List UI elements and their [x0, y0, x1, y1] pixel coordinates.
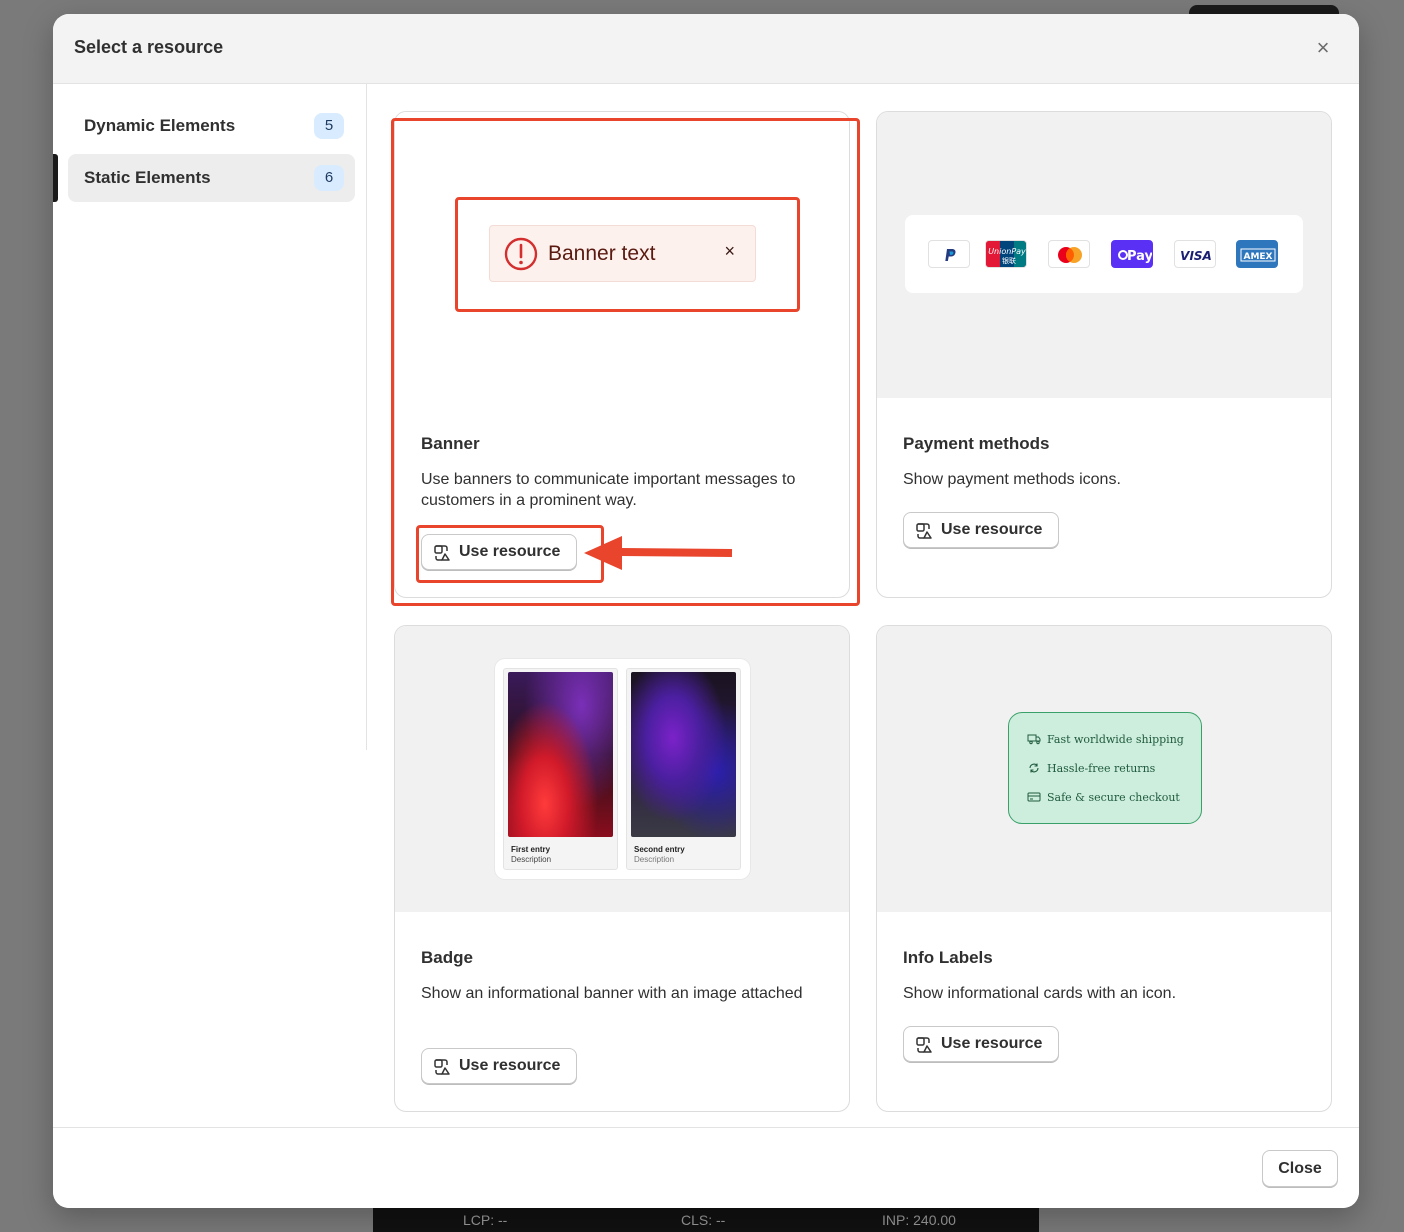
category-sidebar: Dynamic Elements 5 Static Elements 6 — [53, 84, 367, 750]
banner-preview: Banner text × — [395, 112, 849, 398]
entry-title: First entry — [511, 845, 551, 854]
badge-preview: First entry Description Second entry Des… — [395, 626, 849, 912]
image-icon — [916, 523, 932, 539]
button-label: Use resource — [459, 543, 561, 560]
payment-icons-strip: UnionPay 银联 Pay VISA AMEX — [905, 215, 1303, 293]
unionpay-cn-label: 银联 — [1002, 256, 1016, 265]
amex-icon: AMEX — [1236, 240, 1278, 268]
count-badge: 5 — [314, 113, 344, 139]
use-resource-button[interactable]: Use resource — [421, 1048, 577, 1084]
unionpay-label: UnionPay — [988, 247, 1026, 256]
card-description: Use banners to communicate important mes… — [421, 471, 796, 509]
shop-pay-label: Pay — [1127, 249, 1153, 264]
button-label: Use resource — [941, 1035, 1043, 1052]
card-title: Payment methods — [903, 434, 1050, 453]
resource-card-payment-methods: UnionPay 银联 Pay VISA AMEX Payment methods… — [876, 111, 1332, 598]
entry-description: Description — [511, 855, 552, 864]
badge-frame: First entry Description Second entry Des… — [495, 659, 750, 879]
use-resource-button[interactable]: Use resource — [421, 534, 577, 570]
sidebar-item-label: Dynamic Elements — [84, 116, 236, 135]
visa-label: VISA — [1180, 249, 1212, 263]
resource-card-banner: Banner text × Banner Use banners to comm… — [394, 111, 850, 598]
paypal-icon — [928, 240, 970, 268]
info-row-label: Fast worldwide shipping — [1047, 733, 1184, 746]
alert-circle-icon — [504, 237, 538, 271]
lcp-metric: LCP: -- — [463, 1212, 508, 1228]
button-label: Use resource — [941, 521, 1043, 538]
banner-text: Banner text — [548, 242, 656, 265]
entry-description: Description — [634, 855, 675, 864]
sidebar-item-label: Static Elements — [84, 168, 211, 187]
modal-footer: Close — [53, 1127, 1359, 1208]
info-row-shipping: Fast worldwide shipping — [1027, 733, 1184, 746]
refresh-icon — [1029, 763, 1039, 773]
payment-preview: UnionPay 银联 Pay VISA AMEX — [877, 112, 1331, 398]
banner-close-icon: × — [724, 241, 735, 261]
count-badge: 6 — [314, 165, 344, 191]
image-icon — [916, 1037, 932, 1053]
modal-title: Select a resource — [74, 37, 224, 57]
entry-image — [631, 672, 736, 837]
info-row-label: Safe & secure checkout — [1047, 791, 1180, 804]
card-title: Badge — [421, 948, 473, 967]
card-description: Show informational cards with an icon. — [903, 985, 1177, 1002]
info-row-checkout: Safe & secure checkout — [1027, 791, 1180, 804]
button-label: Use resource — [459, 1057, 561, 1074]
info-labels-card: Fast worldwide shipping Hassle-free retu… — [1008, 712, 1202, 824]
image-icon — [434, 545, 450, 561]
image-icon — [434, 1059, 450, 1075]
close-icon[interactable]: × — [1311, 36, 1335, 60]
card-description: Show payment methods icons. — [903, 471, 1121, 488]
use-resource-button[interactable]: Use resource — [903, 512, 1059, 548]
card-title: Banner — [421, 434, 480, 453]
banner-demo: Banner text × — [489, 225, 756, 282]
mastercard-icon — [1048, 240, 1090, 268]
close-button[interactable]: Close — [1262, 1150, 1338, 1187]
entry-card-second: Second entry Description — [626, 668, 741, 870]
cls-metric: CLS: -- — [681, 1212, 726, 1228]
info-labels-preview: Fast worldwide shipping Hassle-free retu… — [877, 626, 1331, 912]
unionpay-icon: UnionPay 银联 — [985, 240, 1027, 268]
select-resource-modal: Select a resource × Dynamic Elements 5 S… — [53, 14, 1359, 1208]
use-resource-button[interactable]: Use resource — [903, 1026, 1059, 1062]
sidebar-item-dynamic-elements[interactable]: Dynamic Elements 5 — [68, 102, 355, 150]
resource-card-badge: First entry Description Second entry Des… — [394, 625, 850, 1112]
shop-pay-icon: Pay — [1111, 240, 1153, 268]
resource-card-info-labels: Fast worldwide shipping Hassle-free retu… — [876, 625, 1332, 1112]
modal-header: Select a resource × — [53, 14, 1359, 84]
card-description: Show an informational banner with an ima… — [421, 985, 803, 1002]
entry-title: Second entry — [634, 845, 685, 854]
card-title: Info Labels — [903, 948, 993, 967]
active-item-marker — [53, 154, 58, 202]
inp-metric: INP: 240.00 — [882, 1212, 956, 1228]
info-row-label: Hassle-free returns — [1047, 762, 1156, 775]
entry-image — [508, 672, 613, 837]
credit-card-icon — [1027, 792, 1041, 802]
info-row-returns: Hassle-free returns — [1027, 762, 1155, 775]
entry-card-first: First entry Description — [503, 668, 618, 870]
truck-icon — [1027, 734, 1041, 745]
visa-icon: VISA — [1174, 240, 1216, 268]
sidebar-item-static-elements[interactable]: Static Elements 6 — [68, 154, 355, 202]
amex-label: AMEX — [1243, 252, 1272, 262]
